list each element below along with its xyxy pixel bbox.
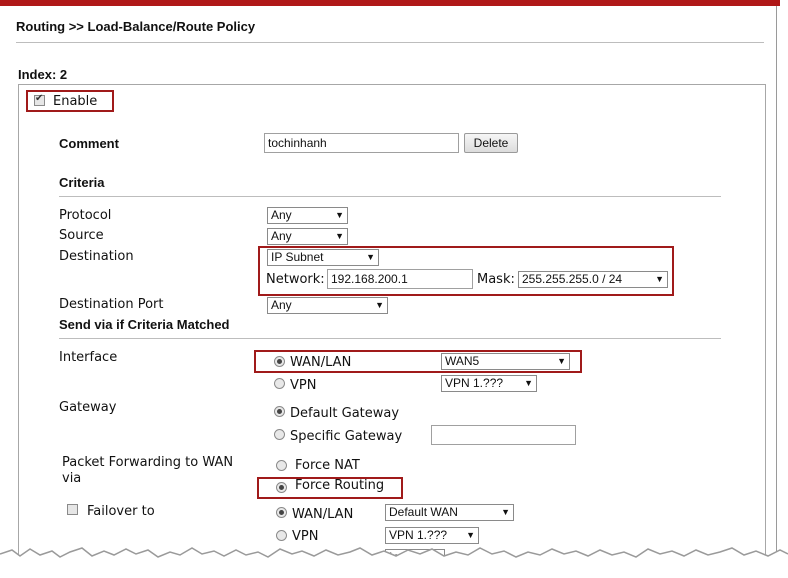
failover-wan-select[interactable]: Default WAN ▼ (385, 504, 514, 521)
failover-label: Failover to (87, 504, 155, 519)
criteria-heading: Criteria (59, 175, 105, 190)
interface-wan-lan-label: WAN/LAN (290, 355, 352, 370)
send-via-divider (59, 338, 721, 339)
mask-select-value: 255.255.255.0 / 24 (522, 272, 623, 286)
failover-vpn-select-value: VPN 1.??? (389, 528, 448, 542)
interface-vpn-select-value: VPN 1.??? (445, 376, 504, 390)
mask-select[interactable]: 255.255.255.0 / 24 ▼ (518, 271, 668, 288)
chevron-down-icon: ▼ (335, 231, 344, 241)
failover-wan-lan-radio[interactable] (276, 507, 287, 518)
force-routing-radio[interactable] (276, 482, 287, 493)
force-routing-label: Force Routing (295, 478, 385, 493)
protocol-select-value: Any (271, 208, 292, 222)
interface-wan-select-value: WAN5 (445, 354, 480, 368)
comment-input[interactable]: tochinhanh (264, 133, 459, 153)
enable-label: Enable (53, 94, 98, 109)
interface-vpn-radio[interactable] (274, 378, 285, 389)
packet-forwarding-label-line1: Packet Forwarding to WAN (62, 455, 234, 470)
failover-wan-lan-label: WAN/LAN (292, 507, 354, 522)
interface-wan-lan-radio[interactable] (274, 356, 285, 367)
page-title: Routing >> Load-Balance/Route Policy (16, 19, 256, 34)
gateway-default-label: Default Gateway (290, 406, 400, 421)
interface-vpn-label: VPN (290, 378, 317, 393)
protocol-label: Protocol (59, 208, 112, 223)
chevron-down-icon: ▼ (501, 507, 510, 517)
dest-port-select-value: Any (271, 298, 292, 312)
interface-wan-select[interactable]: WAN5 ▼ (441, 353, 570, 370)
interface-vpn-select[interactable]: VPN 1.??? ▼ (441, 375, 537, 392)
gateway-specific-label: Specific Gateway (290, 429, 403, 444)
chevron-down-icon: ▼ (557, 356, 566, 366)
failover-vpn-label: VPN (292, 529, 319, 544)
dest-port-label: Destination Port (59, 297, 164, 312)
title-divider (16, 42, 764, 43)
gateway-specific-radio[interactable] (274, 429, 285, 440)
comment-label: Comment (59, 136, 119, 151)
source-label: Source (59, 228, 104, 243)
chevron-down-icon: ▼ (366, 252, 375, 262)
failover-wan-select-value: Default WAN (389, 505, 458, 519)
enable-checkbox[interactable] (34, 93, 45, 106)
failover-vpn-select[interactable]: VPN 1.??? ▼ (385, 527, 479, 544)
force-nat-radio[interactable] (276, 460, 287, 471)
failover-vpn-radio[interactable] (276, 530, 287, 541)
delete-button[interactable]: Delete (464, 133, 518, 153)
torn-edge-decoration (0, 547, 788, 578)
force-nat-label: Force NAT (295, 458, 360, 473)
gateway-label: Gateway (59, 400, 117, 415)
chevron-down-icon: ▼ (466, 530, 475, 540)
destination-label: Destination (59, 249, 134, 264)
index-label: Index: 2 (18, 67, 68, 82)
network-label: Network: (266, 272, 325, 287)
criteria-divider (59, 196, 721, 197)
dest-port-select[interactable]: Any ▼ (267, 297, 388, 314)
specific-gateway-input[interactable] (431, 425, 576, 445)
source-select[interactable]: Any ▼ (267, 228, 348, 245)
gateway-default-radio[interactable] (274, 406, 285, 417)
mask-label: Mask: (477, 272, 515, 287)
destination-select-value: IP Subnet (271, 250, 324, 264)
chevron-down-icon: ▼ (335, 210, 344, 220)
source-select-value: Any (271, 229, 292, 243)
chevron-down-icon: ▼ (524, 378, 533, 388)
network-input[interactable]: 192.168.200.1 (327, 269, 473, 289)
interface-label: Interface (59, 350, 118, 365)
send-via-heading: Send via if Criteria Matched (59, 317, 230, 332)
protocol-select[interactable]: Any ▼ (267, 207, 348, 224)
packet-forwarding-label-line2: via (62, 471, 82, 486)
chevron-down-icon: ▼ (655, 274, 664, 284)
failover-checkbox[interactable] (67, 504, 78, 515)
chevron-down-icon: ▼ (375, 300, 384, 310)
destination-select[interactable]: IP Subnet ▼ (267, 249, 379, 266)
